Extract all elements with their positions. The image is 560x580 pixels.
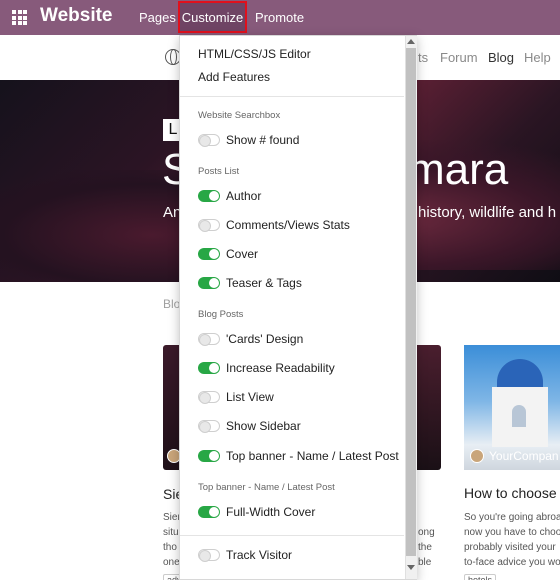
card-teaser-line: probably visited your [464,542,556,553]
option-top-banner[interactable]: Top banner - Name / Latest Post [226,449,399,463]
option-show-found[interactable]: Show # found [226,133,299,147]
option-comments-views-stats[interactable]: Comments/Views Stats [226,218,350,232]
toggle-switch[interactable] [198,362,220,374]
site-nav-help[interactable]: Help [524,50,551,65]
card-teaser-line: the [418,542,432,553]
site-nav-item-partial[interactable]: ts [418,50,428,65]
section-header-blog-posts: Blog Posts [198,309,244,320]
option-full-width-cover[interactable]: Full-Width Cover [226,505,315,519]
toggle-switch[interactable] [198,506,220,518]
site-nav-blog[interactable]: Blog [488,50,514,65]
toggle-switch[interactable] [198,450,220,462]
toggle-switch[interactable] [198,219,220,232]
toggle-switch[interactable] [198,333,220,346]
site-nav-forum[interactable]: Forum [440,50,478,65]
menu-divider [180,96,404,97]
card-teaser-line: now you have to choo [464,527,560,538]
option-track-visitor[interactable]: Track Visitor [226,548,292,562]
section-header-top-banner: Top banner - Name / Latest Post [198,482,335,493]
breadcrumb: Blo [163,297,181,311]
hero-subtitle-right: history, wildlife and h [418,204,557,221]
option-increase-readability[interactable]: Increase Readability [226,361,335,375]
menu-item-add-features[interactable]: Add Features [198,70,270,84]
menu-divider [180,535,404,536]
toggle-switch[interactable] [198,190,220,202]
option-author[interactable]: Author [226,189,261,203]
option-cards-design[interactable]: 'Cards' Design [226,332,303,346]
menu-item-html-css-js-editor[interactable]: HTML/CSS/JS Editor [198,47,311,61]
scroll-down-arrow-icon[interactable] [407,565,415,570]
toggle-switch[interactable] [198,248,220,260]
card-teaser-line: ble [418,557,432,568]
card-teaser-line: one [163,557,180,568]
toggle-switch[interactable] [198,420,220,433]
option-cover[interactable]: Cover [226,247,258,261]
card-teaser-line: situ [163,527,179,538]
scroll-up-arrow-icon[interactable] [407,39,415,44]
menu-pages[interactable]: Pages [139,10,176,25]
apps-grid-icon[interactable] [12,10,27,25]
card-teaser-line: So you're going abroa [464,512,560,523]
option-teaser-tags[interactable]: Teaser & Tags [226,276,302,290]
toggle-switch[interactable] [198,134,220,147]
card-author-name: YourCompan [489,449,559,463]
option-show-sidebar[interactable]: Show Sidebar [226,419,301,433]
toggle-switch[interactable] [198,277,220,289]
option-list-view[interactable]: List View [226,390,274,404]
menu-promote[interactable]: Promote [255,10,304,25]
tag-badge[interactable]: hotels [464,574,497,580]
toggle-switch[interactable] [198,549,220,562]
card-title[interactable]: How to choose [464,485,557,501]
card-teaser-line: ong [418,527,435,538]
top-navbar: Website Pages Customize Promote [0,0,560,35]
scrollbar-thumb[interactable] [406,48,416,556]
card-teaser-line: to-face advice you wo [464,557,560,568]
hero-title-right: mara [408,145,509,194]
toggle-switch[interactable] [198,391,220,404]
customize-dropdown-menu: HTML/CSS/JS Editor Add Features Website … [179,35,417,580]
section-header-website-searchbox: Website Searchbox [198,110,281,121]
menu-customize[interactable]: Customize [178,1,247,33]
avatar [470,449,484,463]
section-header-posts-list: Posts List [198,166,240,177]
card-teaser-line: tho [163,542,177,553]
brand-title[interactable]: Website [40,5,113,27]
